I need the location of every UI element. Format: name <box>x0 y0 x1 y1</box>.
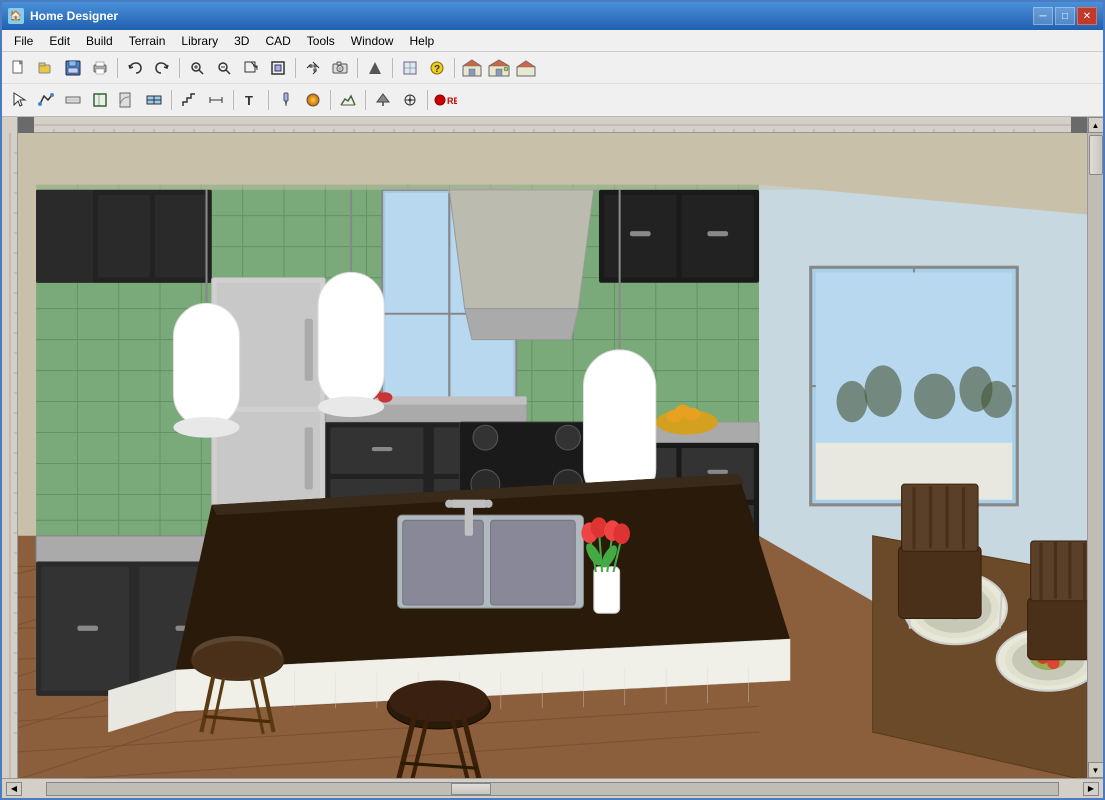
print-button[interactable] <box>87 55 113 81</box>
scroll-down-arrow[interactable]: ▼ <box>1088 762 1104 778</box>
title-bar-left: 🏠 Home Designer <box>8 8 118 24</box>
menu-file[interactable]: File <box>6 32 41 50</box>
window-tool-button[interactable] <box>141 87 167 113</box>
scroll-track-right[interactable] <box>1088 133 1103 762</box>
zoom-in-button[interactable] <box>211 55 237 81</box>
zoom-out-button[interactable] <box>238 55 264 81</box>
sep-t4 <box>330 90 331 110</box>
svg-text:?: ? <box>434 64 440 75</box>
scroll-thumb-right[interactable] <box>1089 135 1103 175</box>
move-view-button[interactable] <box>300 55 326 81</box>
menu-terrain[interactable]: Terrain <box>121 32 174 50</box>
menu-build[interactable]: Build <box>78 32 121 50</box>
open-button[interactable] <box>33 55 59 81</box>
ruler-top <box>34 117 1071 133</box>
canvas-area[interactable] <box>18 117 1087 778</box>
menu-bar: File Edit Build Terrain Library 3D CAD T… <box>2 30 1103 52</box>
fit-view-button[interactable] <box>265 55 291 81</box>
room-tool-button[interactable] <box>87 87 113 113</box>
new-button[interactable] <box>6 55 32 81</box>
sep1 <box>117 58 118 78</box>
sep4 <box>357 58 358 78</box>
select-tool-button[interactable] <box>6 87 32 113</box>
undo-button[interactable] <box>122 55 148 81</box>
bird-view-button[interactable] <box>513 55 539 81</box>
menu-window[interactable]: Window <box>343 32 402 50</box>
toolbar-2: T REC <box>2 84 1103 116</box>
camera-button[interactable] <box>327 55 353 81</box>
help-button[interactable]: ? <box>424 55 450 81</box>
toolbar-1: ? <box>2 52 1103 84</box>
paint-brush-button[interactable] <box>273 87 299 113</box>
stairs-tool-button[interactable] <box>176 87 202 113</box>
scroll-up-arrow[interactable]: ▲ <box>1088 117 1104 133</box>
main-window: 🏠 Home Designer ─ □ ✕ File Edit Build Te… <box>0 0 1105 800</box>
material-tool-button[interactable] <box>300 87 326 113</box>
ref1-button[interactable] <box>397 55 423 81</box>
sep-t2 <box>233 90 234 110</box>
3d-viewport[interactable] <box>18 133 1087 778</box>
text-tool-button[interactable]: T <box>238 87 264 113</box>
title-bar: 🏠 Home Designer ─ □ ✕ <box>2 2 1103 30</box>
minimize-button[interactable]: ─ <box>1033 7 1053 25</box>
sep-t6 <box>427 90 428 110</box>
window-controls: ─ □ ✕ <box>1033 7 1097 25</box>
scroll-left-arrow[interactable]: ◀ <box>6 782 22 796</box>
scroll-track-horizontal[interactable] <box>46 782 1059 796</box>
sep-t1 <box>171 90 172 110</box>
ruler-left <box>2 117 18 778</box>
scroll-right-arrow[interactable]: ▶ <box>1083 782 1099 796</box>
menu-3d[interactable]: 3D <box>226 32 257 50</box>
arrow-up-button[interactable] <box>362 55 388 81</box>
status-bar: ◀ ▶ <box>2 778 1103 798</box>
door-tool-button[interactable] <box>114 87 140 113</box>
record-button[interactable]: REC <box>432 87 458 113</box>
menu-edit[interactable]: Edit <box>41 32 78 50</box>
house-exterior-button[interactable] <box>459 55 485 81</box>
menu-help[interactable]: Help <box>401 32 442 50</box>
sep-t3 <box>268 90 269 110</box>
zoom-magnify-button[interactable] <box>184 55 210 81</box>
transform-button[interactable] <box>397 87 423 113</box>
save-button[interactable] <box>60 55 86 81</box>
scroll-thumb-horizontal[interactable] <box>451 783 491 795</box>
close-button[interactable]: ✕ <box>1077 7 1097 25</box>
elevate-button[interactable] <box>370 87 396 113</box>
redo-button[interactable] <box>149 55 175 81</box>
app-icon: 🏠 <box>8 8 24 24</box>
sep3 <box>295 58 296 78</box>
terrain-tool-button[interactable] <box>335 87 361 113</box>
window-title: Home Designer <box>30 9 118 23</box>
sep2 <box>179 58 180 78</box>
toolbar-container: ? <box>2 52 1103 117</box>
main-content-area: ▲ ▼ <box>2 117 1103 778</box>
sep-t5 <box>365 90 366 110</box>
wall-tool-button[interactable] <box>60 87 86 113</box>
sep5 <box>392 58 393 78</box>
polyline-tool-button[interactable] <box>33 87 59 113</box>
menu-library[interactable]: Library <box>173 32 226 50</box>
scrollbar-right[interactable]: ▲ ▼ <box>1087 117 1103 778</box>
maximize-button[interactable]: □ <box>1055 7 1075 25</box>
sep6 <box>454 58 455 78</box>
dimension-tool-button[interactable] <box>203 87 229 113</box>
house-interior-button[interactable] <box>486 55 512 81</box>
menu-tools[interactable]: Tools <box>299 32 343 50</box>
svg-text:REC: REC <box>447 96 457 106</box>
menu-cad[interactable]: CAD <box>257 32 298 50</box>
svg-text:T: T <box>245 93 253 108</box>
